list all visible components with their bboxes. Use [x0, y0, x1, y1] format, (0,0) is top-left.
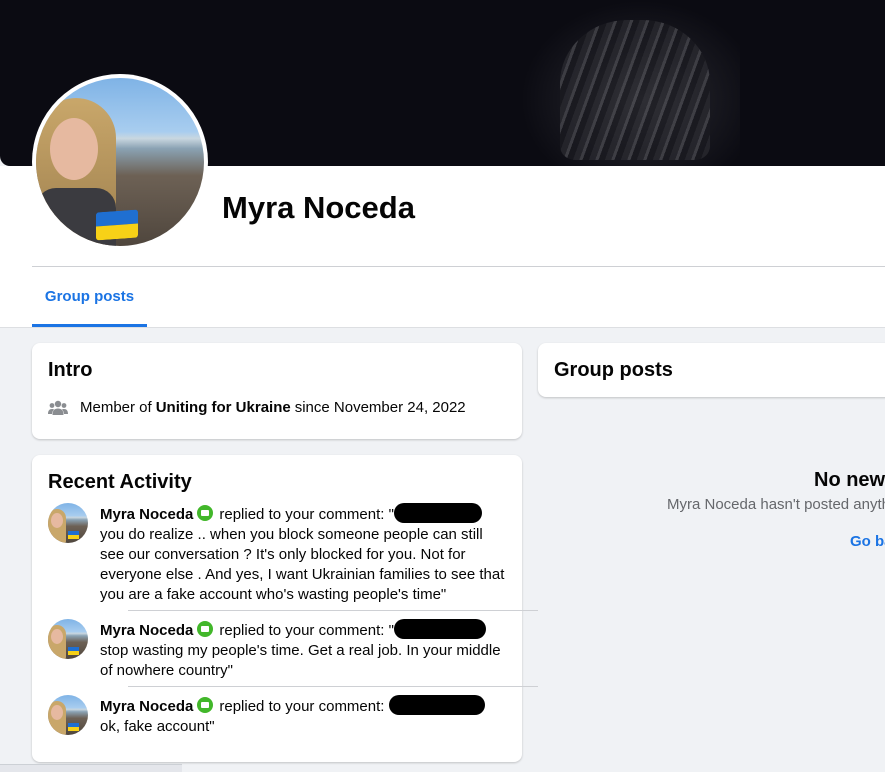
empty-state-title: No new [814, 469, 885, 491]
go-back-link[interactable]: Go ba [850, 533, 885, 550]
people-icon [48, 400, 68, 415]
redaction-mark [393, 619, 486, 639]
avatar[interactable] [48, 503, 88, 543]
redaction-mark [388, 695, 485, 715]
recent-activity-card: Recent Activity Myra Noceda replied to yo… [32, 455, 538, 762]
intro-card: Intro Member of Uniting for Ukraine sinc… [32, 343, 522, 439]
redaction-mark [393, 503, 482, 523]
intro-membership: Member of Uniting for Ukraine since Nove… [48, 399, 466, 416]
activity-item[interactable]: Myra Noceda replied to your comment: " st… [48, 619, 508, 681]
activity-author[interactable]: Myra Noceda [100, 506, 193, 523]
group-posts-title: Group posts [554, 359, 673, 381]
activity-divider [128, 686, 538, 687]
avatar[interactable] [48, 619, 88, 659]
activity-author[interactable]: Myra Noceda [100, 622, 193, 639]
tab-group-posts[interactable]: Group posts [32, 268, 147, 327]
cover-photo-subject [560, 20, 710, 160]
activity-action: replied to your comment: [219, 698, 389, 715]
horizontal-scrollbar[interactable] [0, 764, 182, 772]
activity-text: Myra Noceda replied to your comment: ok, … [100, 695, 508, 737]
comment-icon [197, 505, 214, 521]
avatar[interactable] [48, 695, 88, 735]
activity-action: replied to your comment: " [219, 622, 394, 639]
activity-action: replied to your comment: " [219, 506, 394, 523]
header-divider [32, 266, 885, 267]
intro-title: Intro [48, 359, 93, 381]
activity-author[interactable]: Myra Noceda [100, 698, 193, 715]
ukraine-flag-icon [96, 209, 138, 241]
group-posts-card: Group posts [538, 343, 885, 397]
intro-group-link[interactable]: Uniting for Ukraine [156, 399, 291, 416]
activity-divider [128, 610, 538, 611]
activity-comment: ok, fake account" [100, 718, 215, 735]
intro-member-suffix: since November 24, 2022 [294, 399, 466, 416]
empty-state-subtitle: Myra Noceda hasn't posted anyth [667, 496, 885, 513]
profile-name: Myra Noceda [222, 190, 415, 225]
activity-text: Myra Noceda replied to your comment: " yo… [100, 503, 508, 605]
comment-icon [197, 621, 214, 637]
activity-text: Myra Noceda replied to your comment: " st… [100, 619, 508, 681]
intro-member-prefix: Member of [80, 399, 152, 416]
comment-icon [197, 697, 214, 713]
activity-item[interactable]: Myra Noceda replied to your comment: ok, … [48, 695, 508, 737]
activity-comment: you do realize .. when you block someone… [100, 526, 505, 603]
activity-item[interactable]: Myra Noceda replied to your comment: " yo… [48, 503, 508, 605]
activity-comment: stop wasting my people's time. Get a rea… [100, 642, 501, 679]
recent-activity-title: Recent Activity [48, 471, 192, 493]
